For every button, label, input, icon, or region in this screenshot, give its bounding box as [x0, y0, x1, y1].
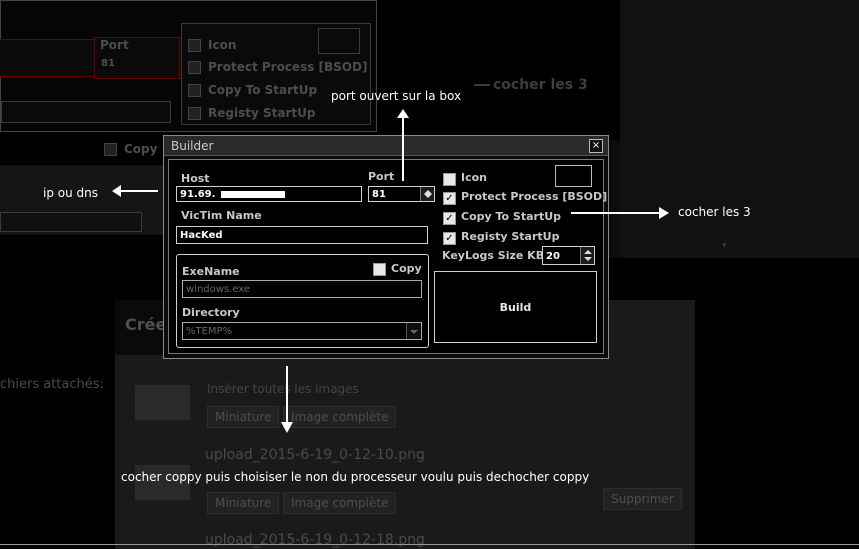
- annotation-ip: ip ou dns: [43, 186, 99, 200]
- ghost-check-protect: [188, 61, 201, 74]
- arrow-check-shaft: [571, 212, 661, 214]
- host-redaction: [220, 190, 285, 198]
- ghost-dropdown-chevron-icon: ▾: [722, 241, 727, 251]
- protect-process-checkbox[interactable]: ✓: [443, 192, 456, 205]
- victim-name-label: VicTim Name: [181, 209, 262, 222]
- close-button[interactable]: ×: [589, 139, 603, 153]
- keylogs-size-label: KeyLogs Size KB: [442, 249, 545, 262]
- ghost-right-bar: [620, 0, 859, 258]
- port-stepper[interactable]: 81: [368, 186, 435, 202]
- ghost-check-startup: [188, 84, 201, 97]
- icon-label: Icon: [461, 171, 488, 184]
- keylogs-size-stepper[interactable]: 20: [542, 246, 595, 265]
- title-bar[interactable]: Builder ×: [164, 136, 608, 156]
- registry-startup-checkbox[interactable]: ✓: [443, 232, 456, 245]
- annotation-port: port ouvert sur la box: [331, 89, 462, 103]
- ghost-check-label-icon: Icon: [208, 38, 237, 52]
- ghost-check-icon: [188, 39, 201, 52]
- ghost-port-value: 81: [101, 58, 115, 69]
- annotation-check: cocher les 3: [678, 205, 751, 219]
- arrow-left-icon: [112, 185, 121, 197]
- protect-check-icon: ✓: [445, 193, 454, 204]
- port-label: Port: [368, 170, 395, 183]
- arrow-down-icon: [281, 422, 293, 433]
- files-attached-label: chiers attachés:: [0, 377, 104, 392]
- ghost-check-label-registry: Registy StartUp: [208, 106, 316, 120]
- ghost-copy-check: [104, 143, 117, 156]
- port-value: 81: [372, 189, 386, 200]
- file-name-1[interactable]: upload_2015-6-19_0-12-10.png: [205, 447, 425, 463]
- build-label: Build: [499, 300, 532, 314]
- registry-check-icon: ✓: [445, 233, 454, 244]
- host-value: 91.69.: [180, 189, 216, 200]
- full-image-button-2[interactable]: Image complète: [283, 492, 397, 514]
- copy-label: Copy: [391, 262, 422, 275]
- ghost-copy-label: Copy: [124, 142, 158, 156]
- port-spin-buttons[interactable]: [420, 187, 434, 201]
- annotation-copy: cocher coppy puis choisiser le non du pr…: [121, 470, 590, 484]
- ghost-victim-field: [1, 101, 171, 123]
- keylogs-down-icon[interactable]: [584, 257, 592, 261]
- ghost-annotation-arrow: [474, 84, 490, 86]
- close-icon: ×: [591, 140, 601, 151]
- keylogs-size-value: 20: [546, 251, 560, 262]
- thumbnail-1[interactable]: [135, 385, 190, 420]
- arrow-right-icon: [659, 207, 669, 219]
- ghost-icon-box: [318, 28, 360, 54]
- chevron-down-icon[interactable]: [406, 323, 421, 339]
- host-label: Host: [181, 172, 210, 185]
- port-down-icon[interactable]: [424, 194, 432, 198]
- copy-to-startup-checkbox[interactable]: ✓: [443, 212, 456, 225]
- arrow-up-icon: [397, 109, 409, 118]
- icon-checkbox[interactable]: [443, 173, 456, 186]
- exename-input[interactable]: windows.exe: [182, 280, 422, 298]
- file-name-2[interactable]: upload_2015-6-19_0-12-18.png: [205, 532, 425, 548]
- arrow-copy-shaft: [286, 366, 288, 424]
- arrow-port-shaft: [402, 115, 404, 181]
- ghost-host-field: [0, 39, 97, 77]
- keylogs-up-icon[interactable]: [584, 250, 592, 254]
- build-button[interactable]: Build: [434, 271, 597, 343]
- copy-to-startup-label: Copy To StartUp: [461, 210, 562, 223]
- forum-insert-text[interactable]: Insérer toutes les images: [207, 382, 359, 396]
- ghost-annotation: cocher les 3: [493, 77, 588, 93]
- builder-window: Builder × Host 91.69. Port 81 VicTim Nam…: [163, 135, 609, 359]
- exename-label: ExeName: [182, 265, 240, 278]
- victim-name-input[interactable]: HacKed: [176, 226, 428, 244]
- thumbnail-button-2[interactable]: Miniature: [207, 492, 280, 514]
- host-input[interactable]: 91.69.: [176, 186, 362, 202]
- window-title: Builder: [171, 139, 214, 153]
- ghost-check-registry: [188, 107, 201, 120]
- ghost-check-label-startup: Copy To StartUp: [208, 83, 318, 97]
- directory-label: Directory: [182, 306, 240, 319]
- bottom-divider: [0, 544, 859, 545]
- full-image-button-1[interactable]: Image complète: [283, 406, 397, 428]
- directory-dropdown[interactable]: %TEMP%: [182, 322, 422, 340]
- builder-content: Host 91.69. Port 81 VicTim Name HacKed E…: [168, 159, 608, 354]
- protect-process-label: Protect Process [BSOD]: [461, 190, 608, 203]
- startup-check-icon: ✓: [445, 213, 454, 224]
- ghost-port-label: Port: [100, 38, 129, 52]
- keylogs-spin-buttons[interactable]: [580, 247, 594, 264]
- background-builder-ghost: Port 81 Icon Protect Process [BSOD] Copy…: [0, 0, 377, 132]
- icon-preview[interactable]: [555, 165, 592, 187]
- exe-group-box: ExeName Copy windows.exe Directory %TEMP…: [176, 254, 429, 348]
- delete-button[interactable]: Supprimer: [603, 488, 682, 510]
- directory-value: %TEMP%: [186, 326, 233, 337]
- ghost-bottom-field: [0, 212, 142, 232]
- arrow-ip-shaft: [120, 190, 158, 192]
- thumbnail-button-1[interactable]: Miniature: [207, 406, 280, 428]
- forum-heading: Crée: [125, 315, 167, 334]
- registry-startup-label: Registy StartUp: [461, 230, 560, 243]
- ghost-check-label-protect: Protect Process [BSOD]: [208, 60, 368, 74]
- copy-checkbox[interactable]: [373, 263, 386, 276]
